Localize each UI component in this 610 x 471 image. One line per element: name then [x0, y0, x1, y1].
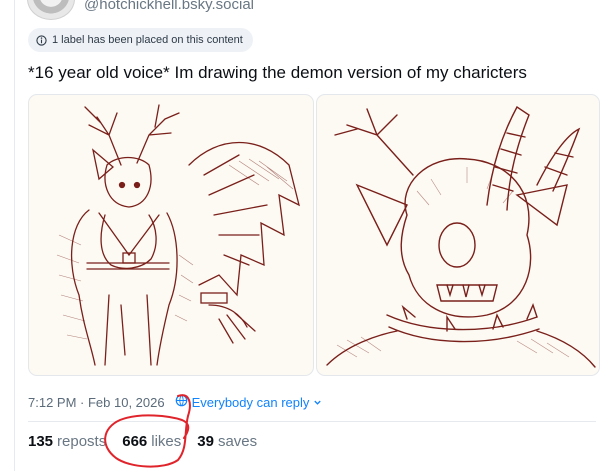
- divider: [28, 421, 596, 422]
- avatar[interactable]: [27, 0, 75, 20]
- thread-line: [14, 0, 15, 471]
- globe-icon: [175, 394, 188, 410]
- reply-settings-label: Everybody can reply: [191, 394, 310, 410]
- reposts-stat[interactable]: 135 reposts: [28, 433, 106, 450]
- saves-label: saves: [217, 433, 258, 450]
- likes-stat[interactable]: 666 likes: [122, 433, 181, 450]
- post-meta: 7:12 PM · Feb 10, 2026 Everybody can rep…: [28, 394, 322, 410]
- saves-stat[interactable]: 39 saves: [197, 433, 257, 450]
- info-icon: [36, 34, 47, 46]
- saves-count: 39: [197, 433, 214, 450]
- likes-count: 666: [122, 433, 148, 450]
- post-image-2[interactable]: [316, 94, 600, 376]
- demon-drawing-closeup: [326, 105, 596, 368]
- demon-drawing-fullbody: [56, 104, 300, 366]
- author-handle[interactable]: @hotchickhell.bsky.social: [84, 0, 254, 13]
- chevron-down-icon: [313, 395, 322, 410]
- reposts-label: reposts: [57, 433, 107, 450]
- post-image-1[interactable]: [28, 94, 314, 376]
- reposts-count: 135: [28, 433, 54, 450]
- post-text: *16 year old voice* Im drawing the demon…: [28, 63, 527, 82]
- likes-label: likes: [151, 433, 182, 450]
- post-timestamp[interactable]: 7:12 PM · Feb 10, 2026: [28, 395, 165, 410]
- content-label-button[interactable]: 1 label has been placed on this content: [28, 28, 253, 52]
- reply-settings-button[interactable]: Everybody can reply: [175, 394, 323, 410]
- content-label-text: 1 label has been placed on this content: [52, 34, 243, 46]
- post-stats: 135 reposts 666 likes 39 saves: [28, 433, 257, 450]
